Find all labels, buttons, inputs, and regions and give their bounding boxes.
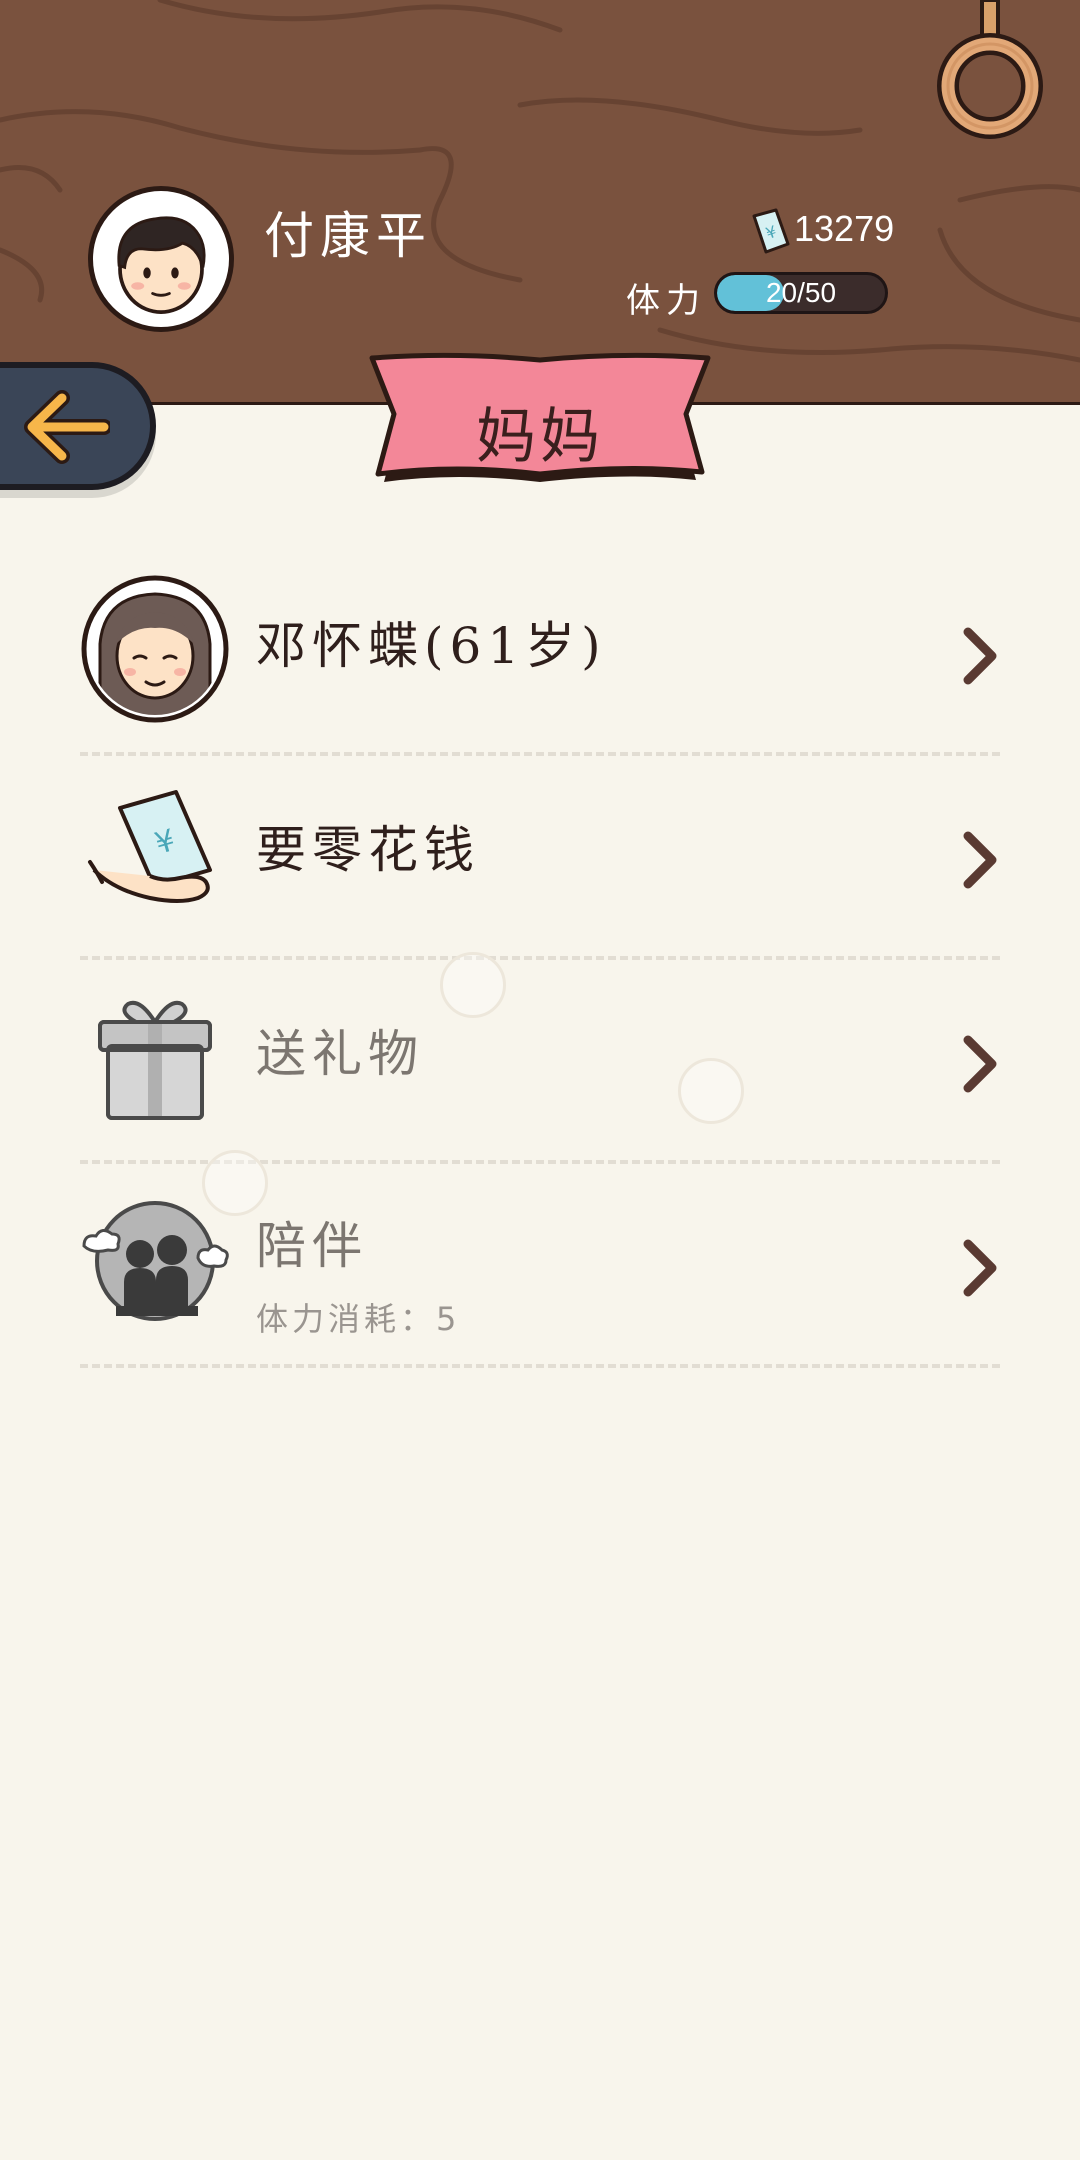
menu-item-send-gift[interactable]: 送礼物 <box>80 960 1000 1164</box>
back-button[interactable] <box>0 362 156 490</box>
menu-item-pocket-money[interactable]: ¥ 要零花钱 <box>80 756 1000 960</box>
stamina-cost-label: 体力消耗：5 <box>256 1300 461 1338</box>
menu-item-mother-profile[interactable]: 邓怀蝶(61岁) <box>80 552 1000 756</box>
decorative-bubble <box>678 1058 744 1124</box>
money-bill-icon: ¥ <box>752 208 790 254</box>
ring-handle-icon[interactable] <box>935 0 1045 145</box>
chevron-right-icon <box>963 831 997 889</box>
player-avatar[interactable] <box>88 186 234 332</box>
elderly-woman-avatar-icon <box>80 574 230 724</box>
stamina-label: 体力 <box>626 281 706 321</box>
stamina-value: 20/50 <box>765 277 837 308</box>
hand-money-icon: ¥ <box>80 778 230 928</box>
decorative-bubble <box>202 1150 268 1216</box>
interaction-menu: 邓怀蝶(61岁) ¥ 要零花钱 送礼物 陪伴 体力消耗：5 <box>80 552 1000 1368</box>
title-banner: 妈妈 <box>366 352 714 494</box>
player-name: 付康平 <box>264 207 432 265</box>
page-title: 妈妈 <box>476 402 604 472</box>
stamina-bar: 20/50 <box>714 272 888 314</box>
chevron-right-icon <box>963 1239 997 1297</box>
chevron-right-icon <box>963 1035 997 1093</box>
pocket-money-label: 要零花钱 <box>256 821 480 879</box>
companions-icon <box>80 1186 230 1336</box>
money-value: 13279 <box>794 208 895 249</box>
gift-box-icon <box>80 982 230 1132</box>
chevron-right-icon <box>963 627 997 685</box>
arrow-left-icon <box>24 390 110 464</box>
decorative-bubble <box>440 952 506 1018</box>
accompany-label: 陪伴 <box>256 1217 368 1275</box>
boy-avatar-icon <box>117 216 206 314</box>
send-gift-label: 送礼物 <box>256 1025 424 1083</box>
mother-name-label: 邓怀蝶(61岁) <box>256 617 607 675</box>
